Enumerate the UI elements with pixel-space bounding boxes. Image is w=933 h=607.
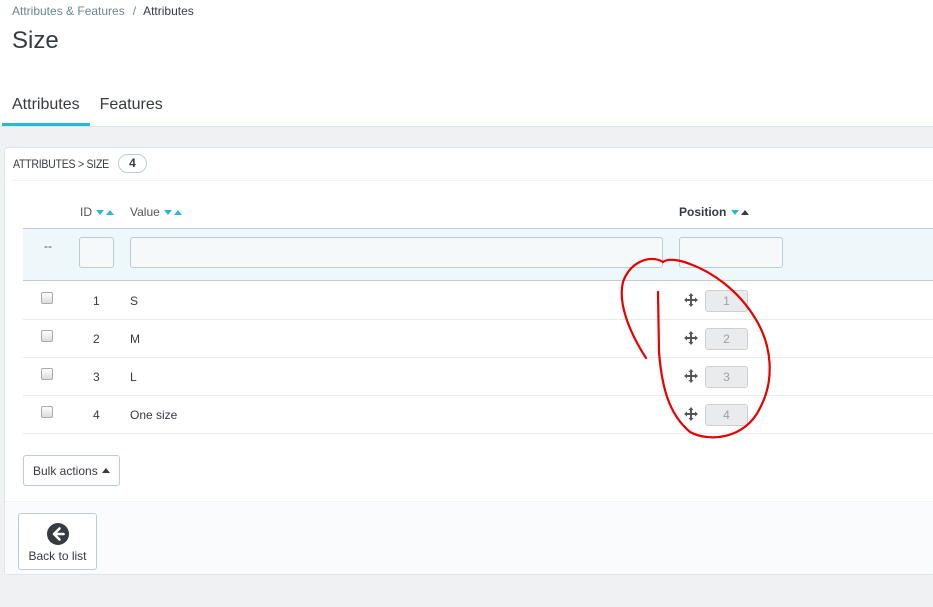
tab-bar: Attributes Features	[2, 88, 173, 126]
bulk-actions-button[interactable]: Bulk actions	[23, 455, 120, 486]
row-value: M	[130, 332, 140, 346]
arrow-left-circle-icon	[47, 523, 69, 545]
move-arrows-icon[interactable]	[683, 406, 699, 422]
filter-row: --	[23, 228, 933, 281]
table-row[interactable]: 3 L 3	[23, 358, 933, 396]
tab-attributes[interactable]: Attributes	[2, 88, 90, 126]
attribute-values-panel: ATTRIBUTES > SIZE 4 ID Value Position --…	[4, 147, 933, 575]
column-header-position: Position	[679, 205, 750, 219]
row-checkbox[interactable]	[41, 330, 53, 342]
panel-footer: Back to list	[5, 501, 933, 574]
back-to-list-label: Back to list	[28, 549, 87, 563]
sort-desc-value-icon[interactable]	[163, 209, 172, 215]
position-field: 4	[705, 404, 748, 426]
position-field: 3	[705, 366, 748, 388]
row-id: 3	[93, 370, 100, 384]
column-header-value-label: Value	[130, 205, 160, 219]
table-row[interactable]: 1 S 1	[23, 282, 933, 320]
column-header-id-label: ID	[80, 205, 92, 219]
sort-asc-value-icon[interactable]	[173, 209, 182, 215]
panel-heading-title: ATTRIBUTES > SIZE	[13, 157, 109, 171]
row-checkbox[interactable]	[41, 368, 53, 380]
row-value: One size	[130, 408, 178, 422]
breadcrumb: Attributes & Features / Attributes	[12, 4, 194, 18]
page-header: Attributes & Features / Attributes Size At…	[0, 0, 933, 127]
move-arrows-icon[interactable]	[683, 368, 699, 384]
row-id: 4	[93, 408, 100, 422]
page-title: Size	[12, 27, 59, 54]
column-header-id: ID	[80, 205, 114, 219]
caret-up-icon	[101, 468, 110, 473]
table-header: ID Value Position	[5, 205, 933, 227]
position-field: 2	[705, 328, 748, 350]
filter-position-input[interactable]	[679, 237, 783, 268]
row-checkbox[interactable]	[41, 292, 53, 304]
column-header-position-label: Position	[679, 205, 727, 219]
count-badge: 4	[118, 154, 147, 173]
row-id: 1	[93, 294, 100, 308]
filter-placeholder-dash: --	[44, 239, 52, 253]
row-id: 2	[93, 332, 100, 346]
bulk-actions-label: Bulk actions	[33, 463, 98, 478]
breadcrumb-link-attributes-features[interactable]: Attributes & Features	[12, 4, 125, 18]
breadcrumb-current: Attributes	[143, 4, 194, 18]
sort-asc-id-icon[interactable]	[106, 209, 114, 215]
row-checkbox[interactable]	[41, 406, 53, 418]
sort-desc-position-icon[interactable]	[731, 209, 740, 215]
move-arrows-icon[interactable]	[683, 292, 699, 308]
position-field: 1	[705, 290, 748, 312]
panel-heading: ATTRIBUTES > SIZE 4	[13, 148, 933, 181]
move-arrows-icon[interactable]	[683, 330, 699, 346]
tab-features[interactable]: Features	[90, 88, 173, 126]
column-header-value: Value	[130, 205, 182, 219]
filter-id-input[interactable]	[79, 237, 114, 268]
sort-desc-id-icon[interactable]	[96, 209, 104, 215]
row-value: L	[130, 370, 137, 384]
filter-value-input[interactable]	[130, 237, 663, 268]
row-value: S	[130, 294, 139, 308]
table-row[interactable]: 2 M 2	[23, 320, 933, 358]
sort-asc-position-icon[interactable]	[741, 209, 750, 215]
table-row[interactable]: 4 One size 4	[23, 396, 933, 434]
back-to-list-button[interactable]: Back to list	[18, 513, 97, 570]
breadcrumb-separator: /	[132, 4, 137, 18]
